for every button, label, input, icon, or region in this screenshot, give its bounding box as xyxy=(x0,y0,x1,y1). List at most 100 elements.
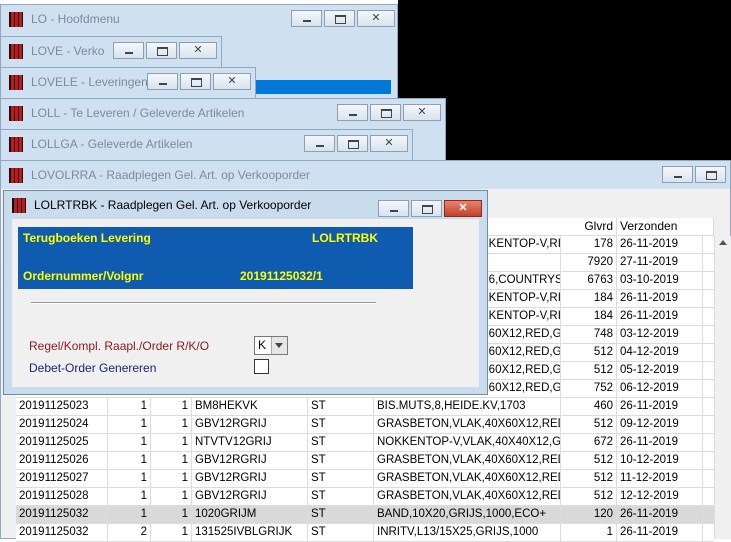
cell-description: NOKKENTOP-V,VLAK,40X40X12,GRIJ xyxy=(374,434,561,452)
cell-unit: ST xyxy=(308,524,374,542)
maximize-button[interactable] xyxy=(146,42,177,59)
table-row[interactable]: 20191125023 1 1 BM8HEKVK ST BIS.MUTS,8,H… xyxy=(16,398,714,416)
table-row[interactable]: 20191125032 1 1 1020GRIJM ST BAND,10X20,… xyxy=(16,506,714,524)
minimize-button[interactable] xyxy=(337,104,368,121)
cell-verzonden: 26-11-2019 xyxy=(617,434,703,452)
order-number-label: Ordernummer/Volgnr xyxy=(23,269,144,283)
cell-description: INRITV,L13/15X25,GRIJS,1000 xyxy=(374,524,561,542)
regel-kompl-value: K xyxy=(258,338,267,352)
column-header-glvrd[interactable]: Glvrd xyxy=(561,218,617,236)
table-row[interactable]: 20191125027 1 1 GBV12RGRIJ ST GRASBETON,… xyxy=(16,470,714,488)
cell-regel: 1 xyxy=(108,506,151,524)
close-button[interactable] xyxy=(357,10,395,27)
cell-volgnr: 1 xyxy=(151,434,192,452)
cell-verzonden: 04-12-2019 xyxy=(617,344,703,362)
header-caption: Terugboeken Levering xyxy=(23,231,151,245)
close-button[interactable] xyxy=(179,42,217,59)
close-button[interactable] xyxy=(213,73,251,90)
window-lo-title: LO - Hoofdmenu xyxy=(31,12,120,26)
minimize-button[interactable] xyxy=(113,42,144,59)
cell-verzonden: 09-12-2019 xyxy=(617,416,703,434)
cell-regel: 1 xyxy=(108,434,151,452)
table-row[interactable]: 20191125025 1 1 NTVTV12GRIJ ST NOKKENTOP… xyxy=(16,434,714,452)
cell-regel: 2 xyxy=(108,524,151,542)
cell-description: GRASBETON,VLAK,40X60X12,RED,G xyxy=(374,488,561,506)
app-logo-icon xyxy=(9,75,23,90)
cell-verzonden: 27-11-2019 xyxy=(617,254,703,272)
cell-description: X60X12,RED,G xyxy=(478,380,561,398)
window-lollga-title: LOLLGA - Geleverde Artikelen xyxy=(31,137,193,151)
cell-glvrd: 512 xyxy=(561,470,617,488)
minimize-button[interactable] xyxy=(147,73,178,90)
cell-volgnr: 1 xyxy=(151,452,192,470)
cell-verzonden: 26-11-2019 xyxy=(617,524,703,542)
cell-article: GBV12RGRIJ xyxy=(192,470,308,488)
cell-order: 20191125023 xyxy=(16,398,108,416)
cell-volgnr: 1 xyxy=(151,470,192,488)
cell-glvrd: 184 xyxy=(561,290,617,308)
maximize-button[interactable] xyxy=(370,104,401,121)
cell-volgnr: 1 xyxy=(151,488,192,506)
chevron-down-icon[interactable] xyxy=(271,337,287,354)
maximize-button[interactable] xyxy=(324,10,355,27)
window-lollga-titlebar[interactable]: LOLLGA - Geleverde Artikelen xyxy=(1,130,412,158)
maximize-button[interactable] xyxy=(180,73,211,90)
cell-unit: ST xyxy=(308,416,374,434)
cell-verzonden: 11-12-2019 xyxy=(617,470,703,488)
app-logo-icon xyxy=(9,12,23,27)
cell-glvrd: 512 xyxy=(561,344,617,362)
dialog-body: Terugboeken Levering LOLRTRBK Ordernumme… xyxy=(12,219,479,387)
cell-glvrd: 672 xyxy=(561,434,617,452)
cell-order: 20191125032 xyxy=(16,524,108,542)
field-regel-kompl-label: Regel/Kompl. Raapl./Order R/K/O xyxy=(29,339,210,353)
cell-verzonden: 06-12-2019 xyxy=(617,380,703,398)
window-loll-titlebar[interactable]: LOLL - Te Leveren / Geleverde Artikelen xyxy=(1,99,445,127)
minimize-button[interactable] xyxy=(662,166,693,183)
window-lo-titlebar[interactable]: LO - Hoofdmenu xyxy=(1,5,397,33)
scroll-up-arrow-icon[interactable] xyxy=(719,240,727,245)
table-row[interactable]: 20191125032 2 1 131525IVBLGRIJK ST INRIT… xyxy=(16,524,714,542)
menu-selection-highlight xyxy=(255,80,391,94)
cell-glvrd: 752 xyxy=(561,380,617,398)
cell-glvrd: 512 xyxy=(561,452,617,470)
minimize-button[interactable] xyxy=(304,135,335,152)
window-lovele-title: LOVELE - Leveringen xyxy=(31,75,148,89)
close-button[interactable] xyxy=(403,104,441,121)
cell-unit: ST xyxy=(308,470,374,488)
window-lovele-titlebar[interactable]: LOVELE - Leveringen xyxy=(1,68,255,96)
maximize-button[interactable] xyxy=(337,135,368,152)
cell-article: NTVTV12GRIJ xyxy=(192,434,308,452)
regel-kompl-select[interactable]: K xyxy=(254,336,288,355)
cell-glvrd: 512 xyxy=(561,362,617,380)
minimize-button[interactable] xyxy=(291,10,322,27)
window-lovolrra-title: LOVOLRRA - Raadplegen Gel. Art. op Verko… xyxy=(31,168,310,182)
cell-description: BAND,10X20,GRIJS,1000,ECO+ xyxy=(374,506,561,524)
minimize-button[interactable] xyxy=(378,200,409,217)
cell-order: 20191125032 xyxy=(16,506,108,524)
vertical-scrollbar[interactable] xyxy=(714,236,731,539)
table-row[interactable]: 20191125028 1 1 GBV12RGRIJ ST GRASBETON,… xyxy=(16,488,714,506)
cell-glvrd: 512 xyxy=(561,488,617,506)
maximize-button[interactable] xyxy=(695,166,726,183)
cell-verzonden: 12-12-2019 xyxy=(617,488,703,506)
cell-glvrd: 7920 xyxy=(561,254,617,272)
cell-verzonden: 26-11-2019 xyxy=(617,290,703,308)
cell-verzonden: 26-11-2019 xyxy=(617,506,703,524)
dialog-titlebar[interactable]: LOLRTRBK - Raadplegen Gel. Art. op Verko… xyxy=(4,191,487,219)
cell-description: X60X12,RED,G xyxy=(478,362,561,380)
table-row[interactable]: 20191125026 1 1 GBV12RGRIJ ST GRASBETON,… xyxy=(16,452,714,470)
cell-verzonden: 03-10-2019 xyxy=(617,272,703,290)
window-lovolrra-titlebar[interactable]: LOVOLRRA - Raadplegen Gel. Art. op Verko… xyxy=(1,161,730,189)
cell-glvrd: 1 xyxy=(561,524,617,542)
cell-glvrd: 748 xyxy=(561,326,617,344)
close-button[interactable] xyxy=(370,135,408,152)
maximize-button[interactable] xyxy=(411,200,442,217)
table-row[interactable]: 20191125024 1 1 GBV12RGRIJ ST GRASBETON,… xyxy=(16,416,714,434)
cell-description: X60X12,RED,G xyxy=(478,344,561,362)
debet-order-checkbox[interactable] xyxy=(254,359,269,374)
app-logo-icon xyxy=(9,44,23,59)
window-love-titlebar[interactable]: LOVE - Verko xyxy=(1,37,221,65)
close-button[interactable] xyxy=(444,200,482,217)
separator xyxy=(31,302,376,304)
column-header-verzonden[interactable]: Verzonden xyxy=(617,218,714,236)
